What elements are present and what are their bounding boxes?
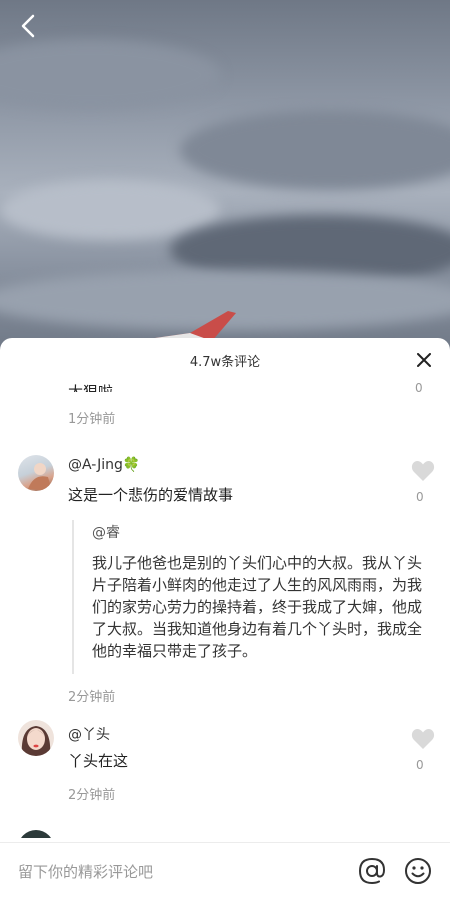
close-icon: [417, 353, 431, 367]
heart-icon[interactable]: [411, 460, 435, 482]
avatar[interactable]: [18, 455, 54, 491]
mention-icon[interactable]: [358, 857, 386, 885]
avatar[interactable]: [18, 720, 54, 756]
cloud-shape: [180, 110, 450, 190]
avatar-image: [21, 726, 51, 756]
comment-text: 丫头在这: [68, 752, 129, 770]
heart-icon[interactable]: [411, 728, 435, 750]
comment-text: 太狠啦: [68, 383, 114, 392]
back-button[interactable]: [14, 12, 42, 40]
comment-time: 2分钟前: [68, 690, 116, 705]
quoted-comment: @睿 我儿子他爸也是别的丫头们心中的大叔。我从丫头片子陪着小鲜肉的他走过了人生的…: [72, 520, 450, 674]
emoji-icon[interactable]: [404, 857, 432, 885]
comment-username[interactable]: @丫头: [68, 724, 110, 744]
comment-time: 1分钟前: [68, 412, 116, 427]
quoted-username[interactable]: @睿: [92, 522, 450, 542]
video-background[interactable]: [0, 0, 450, 350]
comment-username[interactable]: @A-Jing🍀: [68, 457, 140, 473]
cloud-shape: [0, 40, 220, 110]
like-count: 0: [416, 490, 424, 504]
avatar[interactable]: [18, 830, 54, 838]
comment-text: 这是一个悲伤的爱情故事: [68, 486, 234, 504]
comment-input[interactable]: 留下你的精彩评论吧: [18, 861, 153, 882]
comment-input-bar: 留下你的精彩评论吧: [0, 842, 450, 901]
like-count: 0: [416, 758, 424, 772]
comments-sheet: 4.7w条评论 太狠啦 0 1分钟前 @A-Jing🍀 这是一个悲伤的爱情故事: [0, 338, 450, 900]
comments-count-title: 4.7w条评论: [189, 354, 261, 370]
close-button[interactable]: [414, 350, 434, 370]
comment-list[interactable]: 太狠啦 0 1分钟前 @A-Jing🍀 这是一个悲伤的爱情故事 0 @睿 我儿子…: [0, 378, 450, 838]
comment-time: 2分钟前: [68, 788, 116, 803]
comments-header: 4.7w条评论: [0, 338, 450, 382]
avatar-image: [28, 463, 52, 491]
quoted-text: 我儿子他爸也是别的丫头们心中的大叔。我从丫头片子陪着小鲜肉的他走过了人生的风风雨…: [92, 554, 423, 660]
cloud-shape: [0, 180, 220, 240]
chevron-left-icon: [21, 14, 35, 38]
like-count: 0: [415, 381, 423, 395]
